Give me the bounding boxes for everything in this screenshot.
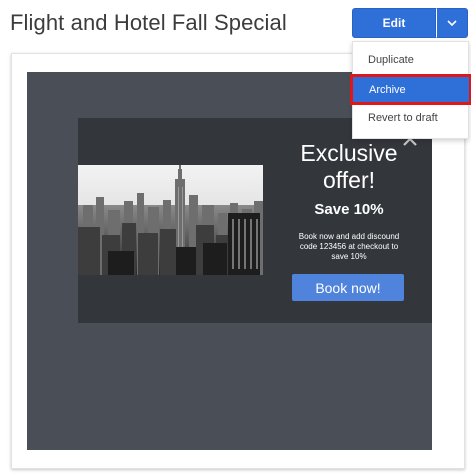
edit-dropdown-menu: Duplicate Archive Revert to draft — [350, 41, 471, 139]
menu-item-archive[interactable]: Archive — [350, 74, 471, 105]
body-line-2: code 123456 at checkout to — [299, 242, 399, 251]
edit-button-group: Edit — [352, 8, 468, 38]
book-now-button[interactable]: Book now! — [292, 274, 404, 301]
chevron-down-icon — [447, 19, 457, 26]
menu-item-revert-to-draft[interactable]: Revert to draft — [353, 104, 468, 132]
offer-popup: Exclusive offer! Save 10% Book now and a… — [78, 118, 432, 323]
menu-item-duplicate[interactable]: Duplicate — [353, 46, 468, 74]
page-title: Flight and Hotel Fall Special — [10, 10, 287, 35]
save-text: Save 10% — [314, 201, 384, 218]
edit-button[interactable]: Edit — [352, 8, 436, 38]
headline-line-1: Exclusive — [300, 140, 398, 166]
city-skyline-image — [78, 165, 263, 275]
body-line-1: Book now and add discound — [298, 232, 400, 241]
body-line-3: save 10% — [331, 252, 367, 261]
headline-line-2: offer! — [323, 167, 375, 193]
offer-body: Book now and add discound code 123456 at… — [274, 232, 424, 262]
offer-headline: Exclusive offer! — [274, 140, 424, 194]
edit-menu-toggle[interactable] — [436, 8, 468, 38]
